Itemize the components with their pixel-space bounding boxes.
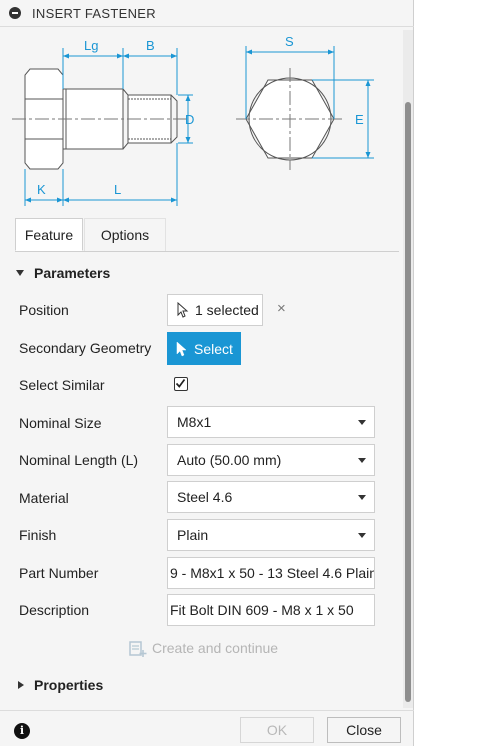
position-selection-box[interactable]: 1 selected bbox=[167, 294, 263, 326]
select-button-label: Select bbox=[194, 340, 233, 357]
material-dropdown[interactable]: Steel 4.6 bbox=[167, 481, 375, 513]
finish-label: Finish bbox=[19, 527, 57, 543]
info-icon[interactable]: i bbox=[14, 723, 30, 739]
part-number-input[interactable]: 9 - M8x1 x 50 - 13 Steel 4.6 Plain bbox=[167, 557, 375, 589]
select-similar-checkbox[interactable] bbox=[174, 377, 188, 391]
insert-fastener-panel: INSERT FASTENER Lg B S D E K L Feature O… bbox=[0, 0, 414, 746]
position-selected-count: 1 selected bbox=[195, 302, 259, 318]
nominal-size-value: M8x1 bbox=[177, 414, 212, 430]
nominal-size-label: Nominal Size bbox=[19, 415, 102, 431]
tab-bar: Feature Options bbox=[15, 218, 399, 252]
checkmark-icon bbox=[175, 378, 186, 388]
dim-label-l: L bbox=[114, 182, 121, 197]
material-value: Steel 4.6 bbox=[177, 489, 233, 505]
scrollbar-thumb[interactable] bbox=[405, 102, 411, 702]
dim-label-e: E bbox=[355, 112, 364, 127]
collapse-icon[interactable] bbox=[9, 7, 21, 19]
nominal-size-dropdown[interactable]: M8x1 bbox=[167, 406, 375, 438]
tab-feature[interactable]: Feature bbox=[15, 218, 83, 251]
nominal-length-label: Nominal Length (L) bbox=[19, 452, 139, 468]
secondary-geometry-label: Secondary Geometry bbox=[19, 340, 152, 356]
close-button[interactable]: Close bbox=[327, 717, 401, 743]
parameters-header-label: Parameters bbox=[34, 265, 111, 281]
create-and-continue-label: Create and continue bbox=[152, 640, 279, 656]
dropdown-arrow-icon bbox=[358, 420, 366, 425]
description-input[interactable]: Fit Bolt DIN 609 - M8 x 1 x 50 bbox=[167, 594, 375, 626]
dim-label-lg: Lg bbox=[84, 38, 98, 53]
panel-title: INSERT FASTENER bbox=[32, 5, 156, 21]
part-number-label: Part Number bbox=[19, 565, 99, 581]
finish-value: Plain bbox=[177, 527, 209, 543]
nominal-length-dropdown[interactable]: Auto (50.00 mm) bbox=[167, 444, 375, 476]
create-continue-icon bbox=[129, 641, 147, 657]
dropdown-arrow-icon bbox=[358, 495, 366, 500]
nominal-length-value: Auto (50.00 mm) bbox=[177, 452, 282, 468]
dropdown-arrow-icon bbox=[358, 533, 366, 538]
cursor-arrow-icon bbox=[177, 302, 189, 318]
secondary-geometry-select-button[interactable]: Select bbox=[167, 332, 241, 365]
dialog-footer: i OK Close bbox=[0, 710, 414, 746]
cursor-arrow-icon bbox=[176, 340, 187, 356]
fastener-dimension-diagram: Lg B S D E K L bbox=[12, 34, 374, 206]
dim-label-k: K bbox=[37, 182, 46, 197]
create-and-continue-button[interactable]: Create and continue bbox=[128, 638, 278, 658]
collapsed-triangle-icon bbox=[18, 681, 24, 689]
properties-header-label: Properties bbox=[34, 677, 104, 693]
properties-group-header[interactable]: Properties bbox=[16, 677, 103, 693]
dim-label-s: S bbox=[285, 34, 294, 49]
finish-dropdown[interactable]: Plain bbox=[167, 519, 375, 551]
position-label: Position bbox=[19, 302, 69, 318]
tab-options[interactable]: Options bbox=[84, 218, 166, 251]
dropdown-arrow-icon bbox=[358, 458, 366, 463]
vertical-scrollbar[interactable] bbox=[403, 30, 413, 708]
expand-triangle-icon bbox=[16, 270, 24, 276]
ok-button[interactable]: OK bbox=[240, 717, 314, 743]
dim-label-b: B bbox=[146, 38, 155, 53]
parameters-group-header[interactable]: Parameters bbox=[16, 265, 110, 281]
title-bar: INSERT FASTENER bbox=[0, 0, 414, 27]
clear-selection-icon[interactable]: × bbox=[277, 300, 286, 317]
material-label: Material bbox=[19, 490, 69, 506]
select-similar-label: Select Similar bbox=[19, 377, 105, 393]
dim-label-d: D bbox=[185, 112, 194, 127]
description-label: Description bbox=[19, 602, 90, 618]
